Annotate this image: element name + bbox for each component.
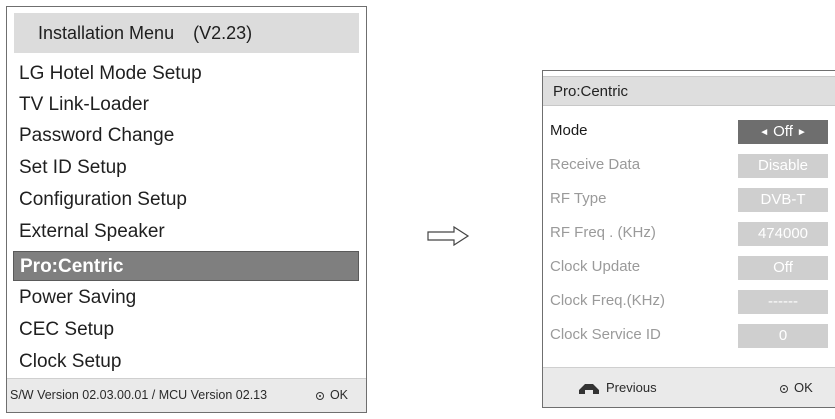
installation-menu-title: Installation Menu bbox=[38, 23, 175, 43]
installation-menu-header: Installation Menu (V2.23) bbox=[14, 13, 359, 53]
setting-value-clock-service-id: 0 bbox=[738, 324, 828, 348]
menu-item-clock-setup[interactable]: Clock Setup bbox=[13, 347, 359, 377]
right-arrow-icon bbox=[427, 225, 470, 247]
procentric-footer: Previous OK bbox=[543, 367, 835, 407]
setting-value-rf-type: DVB-T bbox=[738, 188, 828, 212]
software-version-text: S/W Version 02.03.00.01 / MCU Version 02… bbox=[10, 388, 268, 402]
setting-value-rf-freq: 474000 bbox=[738, 222, 828, 246]
setting-row-clock-service-id: Clock Service ID 0 bbox=[543, 321, 835, 349]
ok-icon bbox=[780, 384, 788, 393]
ok-button[interactable]: OK bbox=[315, 379, 348, 412]
installation-menu-version: (V2.23) bbox=[193, 23, 253, 43]
setting-row-receive-data: Receive Data Disable bbox=[543, 151, 835, 179]
menu-item-configuration-setup[interactable]: Configuration Setup bbox=[13, 185, 359, 215]
menu-item-cec-setup[interactable]: CEC Setup bbox=[13, 315, 359, 345]
setting-row-clock-update: Clock Update Off bbox=[543, 253, 835, 281]
installation-menu-footer: S/W Version 02.03.00.01 / MCU Version 02… bbox=[7, 378, 366, 412]
setting-value-receive-data: Disable bbox=[738, 154, 828, 178]
menu-item-tv-link-loader[interactable]: TV Link-Loader bbox=[13, 90, 359, 120]
setting-label-receive-data: Receive Data bbox=[550, 156, 641, 173]
setting-row-rf-type: RF Type DVB-T bbox=[543, 185, 835, 213]
menu-item-set-id-setup[interactable]: Set ID Setup bbox=[13, 153, 359, 183]
setting-row-mode[interactable]: Mode ◄ Off ► bbox=[543, 117, 835, 145]
menu-item-pro-centric[interactable]: Pro:Centric bbox=[13, 251, 359, 281]
procentric-header: Pro:Centric bbox=[543, 76, 835, 106]
previous-button[interactable]: Previous bbox=[578, 368, 657, 407]
setting-label-rf-type: RF Type bbox=[550, 190, 607, 207]
setting-row-rf-freq: RF Freq . (KHz) 474000 bbox=[543, 219, 835, 247]
procentric-panel: Pro:Centric Mode ◄ Off ► Receive Data Disa… bbox=[542, 70, 835, 408]
procentric-ok-button[interactable]: OK bbox=[780, 368, 813, 407]
procentric-ok-label: OK bbox=[794, 380, 813, 395]
left-triangle-icon[interactable]: ◄ bbox=[759, 127, 769, 138]
setting-row-clock-freq: Clock Freq.(KHz) ------ bbox=[543, 287, 835, 315]
menu-item-lg-hotel-mode-setup[interactable]: LG Hotel Mode Setup bbox=[13, 59, 359, 89]
setting-label-clock-service-id: Clock Service ID bbox=[550, 326, 661, 343]
setting-label-rf-freq: RF Freq . (KHz) bbox=[550, 224, 656, 241]
ok-icon bbox=[315, 391, 324, 400]
setting-value-clock-update: Off bbox=[738, 256, 828, 280]
setting-label-clock-update: Clock Update bbox=[550, 258, 641, 275]
ok-label: OK bbox=[329, 388, 348, 402]
mode-value-text: Off bbox=[773, 123, 793, 140]
menu-item-external-speaker[interactable]: External Speaker bbox=[13, 217, 359, 247]
setting-label-mode: Mode bbox=[550, 122, 588, 139]
setting-value-clock-freq: ------ bbox=[738, 290, 828, 314]
right-triangle-icon[interactable]: ► bbox=[797, 127, 807, 138]
menu-item-password-change[interactable]: Password Change bbox=[13, 121, 359, 151]
previous-label: Previous bbox=[606, 380, 657, 395]
setting-label-clock-freq: Clock Freq.(KHz) bbox=[550, 292, 666, 309]
setting-value-mode[interactable]: ◄ Off ► bbox=[738, 120, 828, 144]
installation-menu-panel: Installation Menu (V2.23) LG Hotel Mode S… bbox=[6, 6, 367, 413]
back-icon bbox=[579, 383, 599, 394]
menu-item-power-saving[interactable]: Power Saving bbox=[13, 283, 359, 313]
